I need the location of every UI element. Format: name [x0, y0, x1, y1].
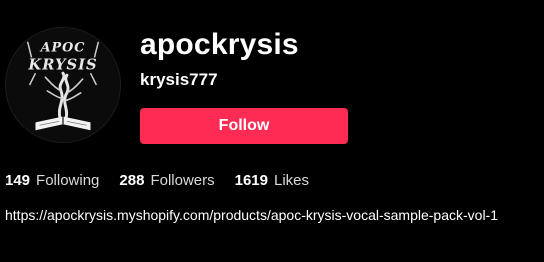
- followers-count: 288: [119, 172, 145, 189]
- stat-followers[interactable]: 288 Followers: [119, 172, 214, 189]
- following-label: Following: [36, 172, 100, 189]
- stat-likes: 1619 Likes: [235, 172, 309, 189]
- username: krysis777: [140, 70, 218, 89]
- likes-count: 1619: [234, 172, 268, 189]
- svg-text:KRYSIS: KRYSIS: [27, 56, 97, 73]
- bio-link[interactable]: https://apockrysis.myshopify.com/product…: [5, 205, 535, 226]
- likes-label: Likes: [274, 172, 310, 189]
- apoc-krysis-logo-icon: APOC KRYSIS: [6, 28, 120, 142]
- display-name: apockrysis: [140, 28, 299, 61]
- following-count: 149: [5, 172, 31, 189]
- follow-button[interactable]: Follow: [140, 108, 348, 144]
- avatar[interactable]: APOC KRYSIS: [5, 27, 121, 143]
- svg-text:APOC: APOC: [40, 41, 86, 56]
- profile-stats: 149 Following 288 Followers 1619 Likes: [5, 172, 329, 189]
- followers-label: Followers: [150, 172, 215, 189]
- stat-following[interactable]: 149 Following: [5, 172, 99, 189]
